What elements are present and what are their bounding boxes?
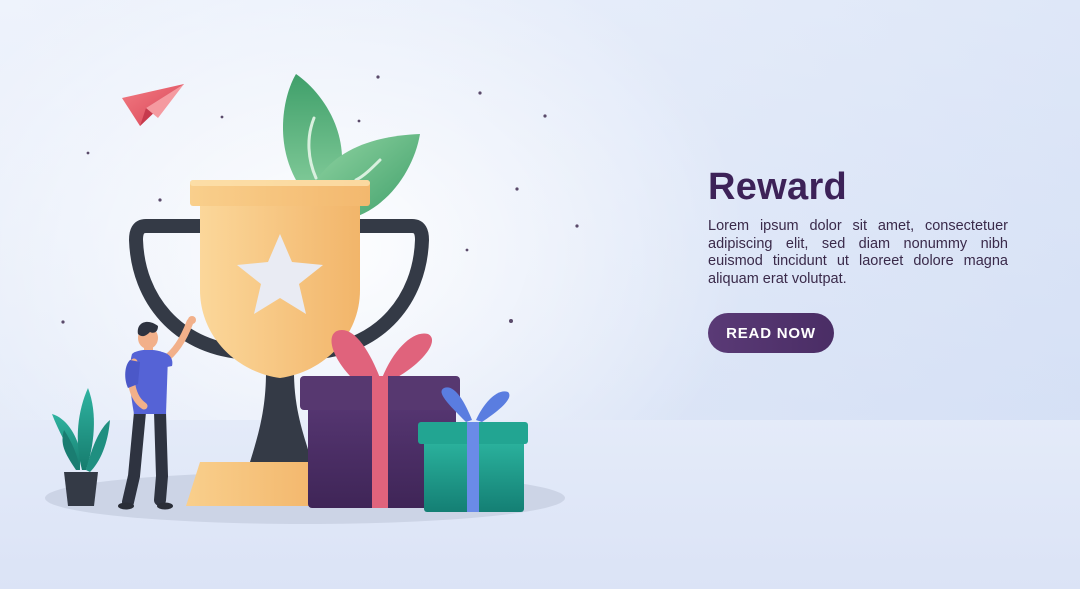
hero-text-block: Reward Lorem ipsum dolor sit amet, conse…	[708, 164, 1008, 288]
paper-plane-icon	[122, 84, 184, 126]
hero-description: Lorem ipsum dolor sit amet, consectetuer…	[708, 218, 1008, 287]
page-title: Reward	[708, 166, 848, 208]
reward-illustration	[45, 74, 579, 524]
read-now-button[interactable]: READ NOW	[708, 313, 834, 353]
